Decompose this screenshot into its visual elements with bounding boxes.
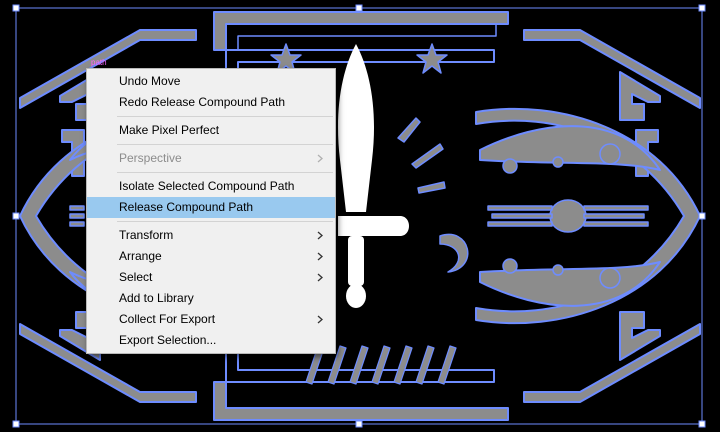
menu-item-label: Arrange [119, 249, 162, 263]
menu-item-label: Perspective [119, 151, 182, 165]
menu-item-label: Release Compound Path [119, 200, 254, 214]
menu-separator [117, 221, 333, 222]
menu-item-make-pixel-perfect[interactable]: Make Pixel Perfect [87, 120, 335, 141]
menu-item-label: Make Pixel Perfect [119, 123, 220, 137]
submenu-arrow-icon [317, 154, 323, 163]
menu-item-perspective: Perspective [87, 148, 335, 169]
menu-item-arrange[interactable]: Arrange [87, 246, 335, 267]
menu-separator [117, 172, 333, 173]
menu-item-select[interactable]: Select [87, 267, 335, 288]
menu-item-label: Collect For Export [119, 312, 216, 326]
menu-item-label: Isolate Selected Compound Path [119, 179, 295, 193]
menu-item-label: Undo Move [119, 74, 181, 88]
menu-separator [117, 116, 333, 117]
submenu-arrow-icon [317, 252, 323, 261]
menu-item-undo-move[interactable]: Undo Move [87, 71, 335, 92]
menu-item-label: Add to Library [119, 291, 194, 305]
sword-art [337, 44, 409, 308]
menu-item-transform[interactable]: Transform [87, 225, 335, 246]
menu-separator [117, 144, 333, 145]
context-menu: Undo Move Redo Release Compound Path Mak… [86, 68, 336, 354]
menu-item-export-selection[interactable]: Export Selection... [87, 330, 335, 351]
menu-item-label: Select [119, 270, 153, 284]
menu-item-add-to-library[interactable]: Add to Library [87, 288, 335, 309]
submenu-arrow-icon [317, 231, 323, 240]
menu-item-release-compound-path[interactable]: Release Compound Path [87, 197, 335, 218]
menu-item-collect-for-export[interactable]: Collect For Export [87, 309, 335, 330]
selection-path-label: path [91, 58, 107, 67]
submenu-arrow-icon [317, 273, 323, 282]
menu-item-label: Export Selection... [119, 333, 217, 347]
menu-item-redo-release-compound-path[interactable]: Redo Release Compound Path [87, 92, 335, 113]
submenu-arrow-icon [317, 315, 323, 324]
menu-item-label: Transform [119, 228, 174, 242]
menu-item-label: Redo Release Compound Path [119, 95, 286, 109]
menu-item-isolate-selected-compound-path[interactable]: Isolate Selected Compound Path [87, 176, 335, 197]
